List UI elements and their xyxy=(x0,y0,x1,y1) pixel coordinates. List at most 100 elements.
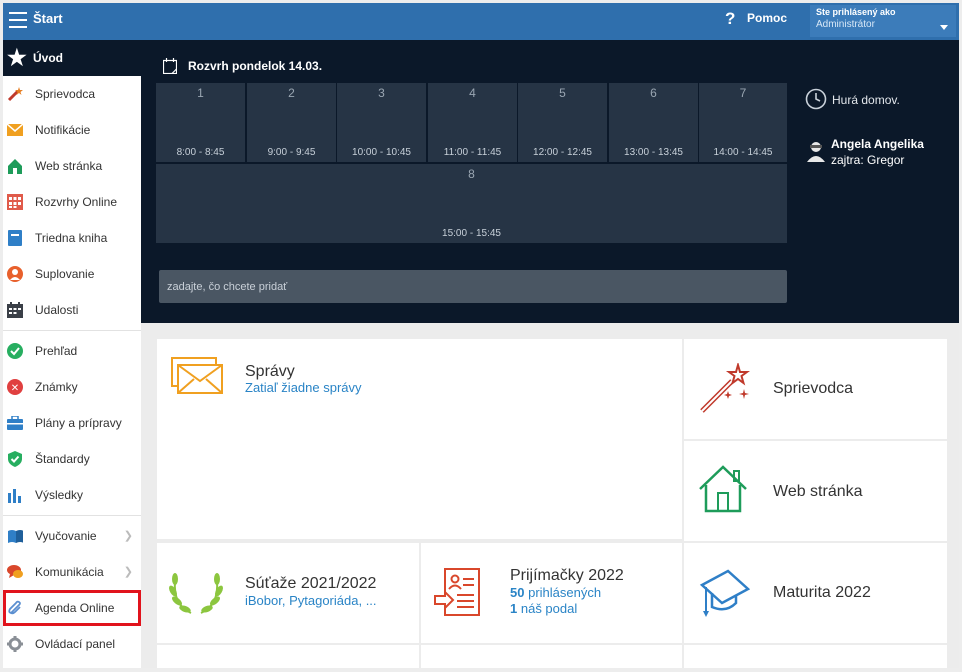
guide-title: Sprievodca xyxy=(773,380,854,397)
chat-bubbles-icon xyxy=(7,564,23,580)
admissions-applied[interactable]: 50 prihlásených xyxy=(510,585,601,600)
schedule-slot[interactable]: 3 10:00 - 10:45 xyxy=(337,83,426,162)
slot-number: 2 xyxy=(288,86,295,100)
sidebar-item-guide[interactable]: Sprievodca xyxy=(3,76,141,112)
end-of-day-status: Hurá domov. xyxy=(832,93,900,107)
schedule-slot[interactable]: 5 12:00 - 12:45 xyxy=(518,83,607,162)
schedule-slot[interactable]: 1 8:00 - 8:45 xyxy=(156,83,245,162)
schedule-slot[interactable]: 8 15:00 - 15:45 xyxy=(156,164,787,243)
tile-row-partial[interactable] xyxy=(421,645,682,668)
admissions-ours[interactable]: 1 náš podal xyxy=(510,601,577,616)
sidebar-item-notifications[interactable]: Notifikácie xyxy=(3,112,141,148)
sidebar-item-label: Vyučovanie xyxy=(35,529,97,543)
help-link[interactable]: Pomoc xyxy=(747,11,787,25)
magic-wand-icon xyxy=(700,363,750,413)
slot-time: 15:00 - 15:45 xyxy=(442,228,501,239)
competitions-title: Súťaže 2021/2022 xyxy=(245,575,377,592)
application-form-icon xyxy=(434,568,480,616)
svg-text:✕: ✕ xyxy=(11,383,19,394)
sidebar-item-label: Suplovanie xyxy=(35,267,95,281)
guide-tile[interactable]: Sprievodca xyxy=(684,339,947,439)
graduation-tile[interactable]: Maturita 2022 xyxy=(684,543,947,643)
sidebar-item-grades[interactable]: ✕ Známky xyxy=(3,369,141,405)
substitute-person-icon xyxy=(7,266,23,282)
window-border xyxy=(0,668,962,672)
sidebar-item-label: Agenda Online xyxy=(35,601,115,615)
sidebar-item-label: Plány a prípravy xyxy=(35,416,122,430)
sidebar-item-label: Udalosti xyxy=(35,303,79,317)
applied-label: prihlásených xyxy=(528,585,602,600)
sidebar-item-label: Rozvrhy Online xyxy=(35,195,118,209)
page-title: Štart xyxy=(33,11,63,26)
envelope-icon xyxy=(7,122,23,138)
sidebar-item-teaching[interactable]: Vyučovanie ❯ xyxy=(3,518,141,554)
house-icon xyxy=(699,465,747,513)
clock-icon xyxy=(805,88,827,110)
sidebar-item-class-book[interactable]: Triedna kniha xyxy=(3,220,141,256)
tile-row-partial[interactable] xyxy=(157,645,419,668)
sidebar-item-home[interactable]: ★ Úvod xyxy=(3,40,141,76)
teacher-on-duty-icon xyxy=(807,142,825,162)
sidebar-item-label: Štandardy xyxy=(35,452,90,466)
schedule-title: Rozvrh pondelok 14.03. xyxy=(188,59,323,73)
competitions-tile[interactable]: Súťaže 2021/2022 iBobor, Pytagoriáda, ..… xyxy=(157,543,419,643)
graduation-title: Maturita 2022 xyxy=(773,584,871,601)
house-icon xyxy=(7,158,23,174)
sidebar-item-label: Ovládací panel xyxy=(35,637,116,651)
messages-status[interactable]: Zatiaľ žiadne správy xyxy=(245,380,362,395)
admissions-tile[interactable]: Prijímačky 2022 50 prihlásených 1 náš po… xyxy=(421,543,682,643)
book-icon xyxy=(7,230,23,246)
sidebar-item-website[interactable]: Web stránka xyxy=(3,148,141,184)
calendar-icon xyxy=(7,302,23,318)
chevron-right-icon: ❯ xyxy=(123,566,133,578)
website-title: Web stránka xyxy=(773,483,863,500)
user-role: Administrátor xyxy=(816,19,875,30)
sidebar-item-label: Notifikácie xyxy=(35,123,91,137)
sidebar-divider xyxy=(3,330,141,331)
shield-check-icon xyxy=(7,451,23,467)
sidebar-item-timetables[interactable]: Rozvrhy Online xyxy=(3,184,141,220)
sidebar-item-standards[interactable]: Štandardy xyxy=(3,441,141,477)
sidebar-item-label: Výsledky xyxy=(35,488,84,502)
sidebar-item-events[interactable]: Udalosti xyxy=(3,292,141,328)
schedule-slot[interactable]: 7 14:00 - 14:45 xyxy=(699,83,787,162)
paperclip-icon xyxy=(7,600,23,616)
schedule-slot[interactable]: 4 11:00 - 11:45 xyxy=(428,83,517,162)
slot-time: 11:00 - 11:45 xyxy=(443,147,502,158)
sidebar-item-label: Úvod xyxy=(33,51,63,65)
graduation-cap-icon xyxy=(699,569,750,617)
messages-title: Správy xyxy=(245,363,295,380)
slot-number: 5 xyxy=(559,86,566,100)
sidebar-item-overview[interactable]: Prehľad xyxy=(3,333,141,369)
sidebar-item-substitutions[interactable]: Suplovanie xyxy=(3,256,141,292)
schedule-slot[interactable]: 2 9:00 - 9:45 xyxy=(247,83,336,162)
laurel-wreath-icon xyxy=(169,573,223,614)
user-menu-caption: Ste prihlásený ako xyxy=(816,7,896,17)
sidebar-item-communication[interactable]: Komunikácia ❯ xyxy=(3,554,141,590)
gear-icon xyxy=(7,636,23,652)
help-icon[interactable]: ? xyxy=(725,9,735,29)
sidebar-item-plans[interactable]: Plány a prípravy xyxy=(3,405,141,441)
schedule-slot[interactable]: 6 13:00 - 13:45 xyxy=(609,83,698,162)
duty-teacher-tomorrow: zajtra: Gregor xyxy=(831,153,905,167)
messages-tile[interactable]: Správy Zatiaľ žiadne správy xyxy=(157,339,682,539)
sidebar-divider xyxy=(3,515,141,516)
envelopes-icon xyxy=(171,357,223,394)
competitions-list[interactable]: iBobor, Pytagoriáda, ... xyxy=(245,593,377,608)
add-item-input[interactable] xyxy=(159,270,787,303)
sidebar-item-control-panel[interactable]: Ovládací panel xyxy=(3,626,141,662)
grade-circle-icon: ✕ xyxy=(7,379,23,395)
sidebar-item-label: Triedna kniha xyxy=(35,231,108,245)
slot-time: 9:00 - 9:45 xyxy=(267,147,316,158)
tile-row-partial[interactable] xyxy=(684,645,947,668)
website-tile[interactable]: Web stránka xyxy=(684,441,947,541)
slot-time: 10:00 - 10:45 xyxy=(352,147,411,158)
sidebar-item-results[interactable]: Výsledky xyxy=(3,477,141,513)
sidebar-item-agenda-online[interactable]: Agenda Online xyxy=(3,590,141,626)
hamburger-menu-icon[interactable] xyxy=(9,12,27,28)
applied-count: 50 xyxy=(510,585,525,600)
sidebar-item-label: Prehľad xyxy=(35,344,78,358)
sidebar-item-label: Web stránka xyxy=(35,159,103,173)
sidebar-item-label: Známky xyxy=(35,380,78,394)
user-menu[interactable]: Ste prihlásený ako Administrátor xyxy=(810,5,956,37)
